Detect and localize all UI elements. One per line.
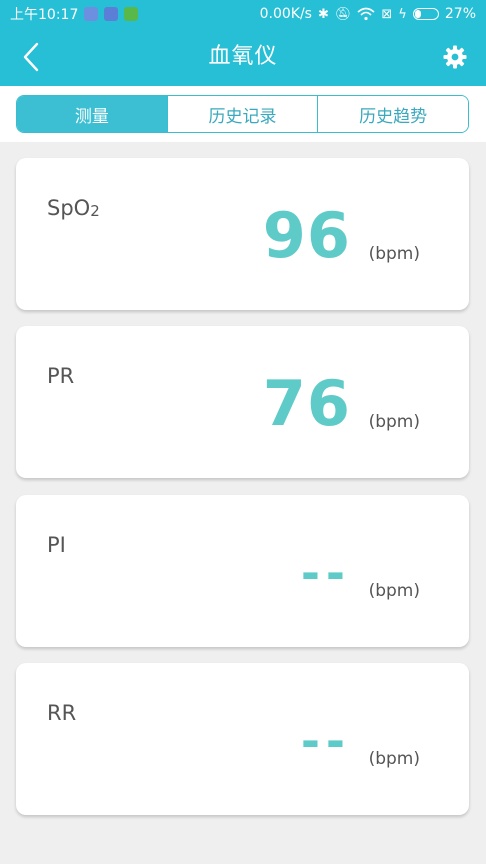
wifi-icon <box>357 7 375 21</box>
sim-none-icon: ⊠ <box>381 6 393 22</box>
card-unit: (bpm) <box>368 581 420 601</box>
spo2-card: SpO2 96 (bpm) <box>16 158 469 310</box>
network-speed: 0.00K/s <box>259 6 312 22</box>
card-value: -- <box>300 714 351 768</box>
card-label-subscript: 2 <box>90 202 100 220</box>
pi-card: PI -- (bpm) <box>16 495 469 647</box>
battery-fill <box>414 10 421 18</box>
segmented-tabs: 测量 历史记录 历史趋势 <box>16 95 469 133</box>
page-title: 血氧仪 <box>208 44 278 69</box>
card-label: PR <box>47 364 75 388</box>
back-button[interactable] <box>14 40 48 74</box>
mute-icon: 🔕︎ <box>334 6 352 22</box>
rr-card: RR -- (bpm) <box>16 663 469 815</box>
battery-percent: 27% <box>444 6 476 22</box>
card-label: PI <box>47 533 66 557</box>
status-time: 上午10:17 <box>10 7 79 23</box>
tab-strip: 测量 历史记录 历史趋势 <box>0 86 486 142</box>
app-bar: 血氧仪 <box>0 28 486 86</box>
status-bar-left: 上午10:17 <box>10 4 139 24</box>
card-unit: (bpm) <box>368 412 420 432</box>
chevron-left-icon <box>23 42 39 72</box>
card-unit: (bpm) <box>368 244 420 264</box>
notification-android-icon <box>124 7 139 21</box>
tab-measure[interactable]: 测量 <box>17 96 167 132</box>
gear-icon <box>443 45 467 69</box>
card-value: 96 <box>262 199 351 272</box>
card-label: SpO2 <box>47 196 100 220</box>
card-label-text: SpO <box>47 196 91 220</box>
status-bar: 上午10:17 0.00K/s ✱ 🔕︎ ⊠ ϟ 27% <box>0 0 486 28</box>
card-unit: (bpm) <box>368 749 420 769</box>
card-value: -- <box>300 546 351 600</box>
pr-card: PR 76 (bpm) <box>16 326 469 478</box>
battery-icon <box>412 8 439 20</box>
card-value: 76 <box>262 367 351 440</box>
bluetooth-icon: ✱ <box>317 6 329 22</box>
notification-app-icon <box>84 7 99 21</box>
tab-history-trend[interactable]: 历史趋势 <box>317 96 468 132</box>
settings-button[interactable] <box>438 40 472 74</box>
status-bar-right: 0.00K/s ✱ 🔕︎ ⊠ ϟ 27% <box>260 6 476 22</box>
charging-icon: ϟ <box>398 6 407 22</box>
notification-cloud-icon <box>104 7 119 21</box>
card-label: RR <box>47 701 77 725</box>
tab-history-records[interactable]: 历史记录 <box>166 96 318 132</box>
